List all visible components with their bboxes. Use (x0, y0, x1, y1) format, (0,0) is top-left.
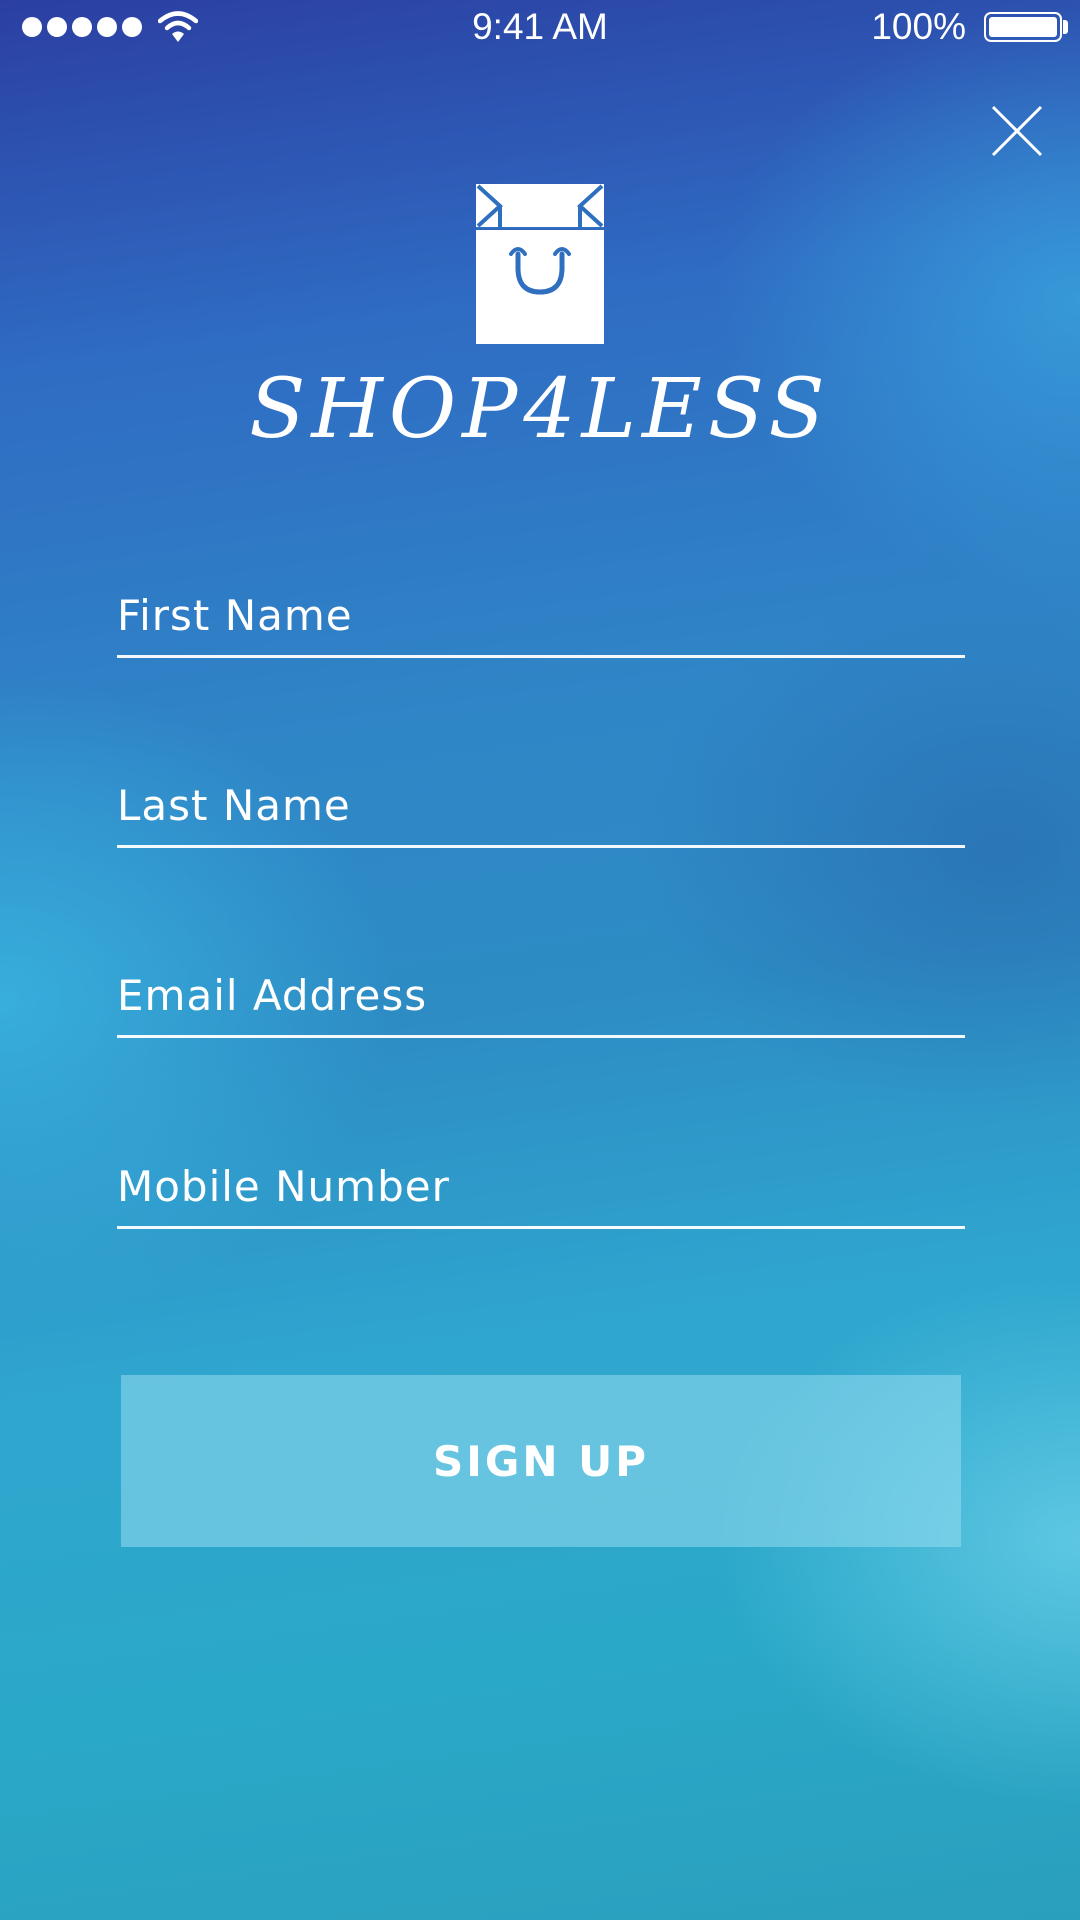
battery-icon (984, 12, 1062, 42)
mobile-number-input[interactable] (117, 1146, 965, 1226)
signup-screen: 9:41 AM 100% SHOP4LESS SIGN UP (0, 0, 1080, 1920)
battery-percent: 100% (871, 6, 966, 47)
first-name-input[interactable] (117, 575, 965, 655)
last-name-input[interactable] (117, 765, 965, 845)
last-name-field[interactable] (117, 765, 965, 848)
brand-name: SHOP4LESS (249, 362, 831, 457)
first-name-field[interactable] (117, 575, 965, 658)
battery-level (989, 17, 1057, 37)
mobile-number-field[interactable] (117, 1146, 965, 1229)
shopping-bag-smile-icon (476, 184, 604, 344)
close-icon[interactable] (990, 104, 1044, 158)
email-field[interactable] (117, 955, 965, 1038)
status-bar: 9:41 AM 100% (0, 0, 1080, 56)
battery-nub (1063, 20, 1068, 34)
sign-up-button[interactable]: SIGN UP (121, 1375, 961, 1547)
email-input[interactable] (117, 955, 965, 1035)
